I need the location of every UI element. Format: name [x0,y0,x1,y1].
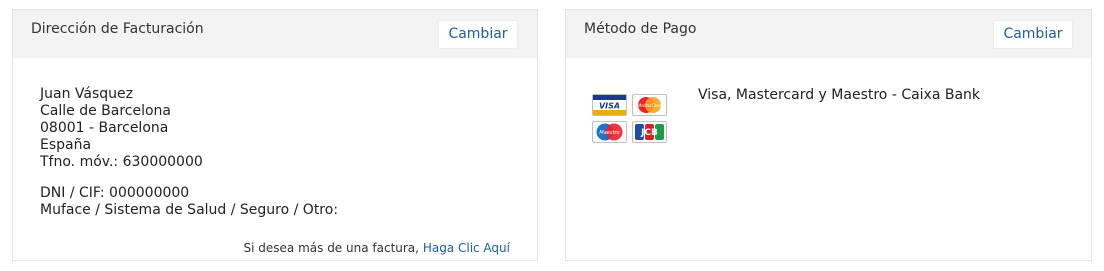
billing-panel-header: Dirección de Facturación Cambiar [13,10,537,58]
visa-logo-icon: VISA [592,94,627,116]
jcb-logo-icon: JCB [632,121,667,143]
svg-text:Maestro: Maestro [599,130,619,136]
payment-method-panel: Método de Pago Cambiar VISA MasterCard M… [565,9,1092,261]
card-logos: VISA MasterCard Maestro JCB [592,94,668,146]
svg-text:VISA: VISA [599,102,620,111]
payment-change-button[interactable]: Cambiar [993,20,1073,49]
mastercard-logo-icon: MasterCard [632,94,667,116]
maestro-logo-icon: Maestro [592,121,627,143]
svg-text:MasterCard: MasterCard [638,103,661,108]
address-city: 08001 - Barcelona [40,120,169,136]
payment-panel-title: Método de Pago [584,21,697,37]
billing-panel-title: Dirección de Facturación [31,21,204,37]
click-here-link[interactable]: Haga Clic Aquí [423,241,510,255]
address-street: Calle de Barcelona [40,103,171,119]
address-name: Juan Vásquez [40,86,133,102]
payment-panel-header: Método de Pago Cambiar [566,10,1091,58]
payment-method-text: Visa, Mastercard y Maestro - Caixa Bank [698,87,981,103]
svg-text:JCB: JCB [640,128,658,138]
address-phone: Tfno. móv.: 630000000 [40,154,203,170]
multiple-invoice-note: Si desea más de una factura, Haga Clic A… [244,241,510,255]
dni-line: DNI / CIF: 000000000 [40,185,190,201]
billing-address-panel: Dirección de Facturación Cambiar Juan Vá… [12,9,538,261]
billing-address-block: Juan Vásquez Calle de Barcelona 08001 - … [40,86,338,219]
address-country: España [40,137,92,153]
insurance-line: Muface / Sistema de Salud / Seguro / Otr… [40,202,339,218]
note-text: Si desea más de una factura, [243,241,419,255]
billing-change-button[interactable]: Cambiar [438,20,518,49]
